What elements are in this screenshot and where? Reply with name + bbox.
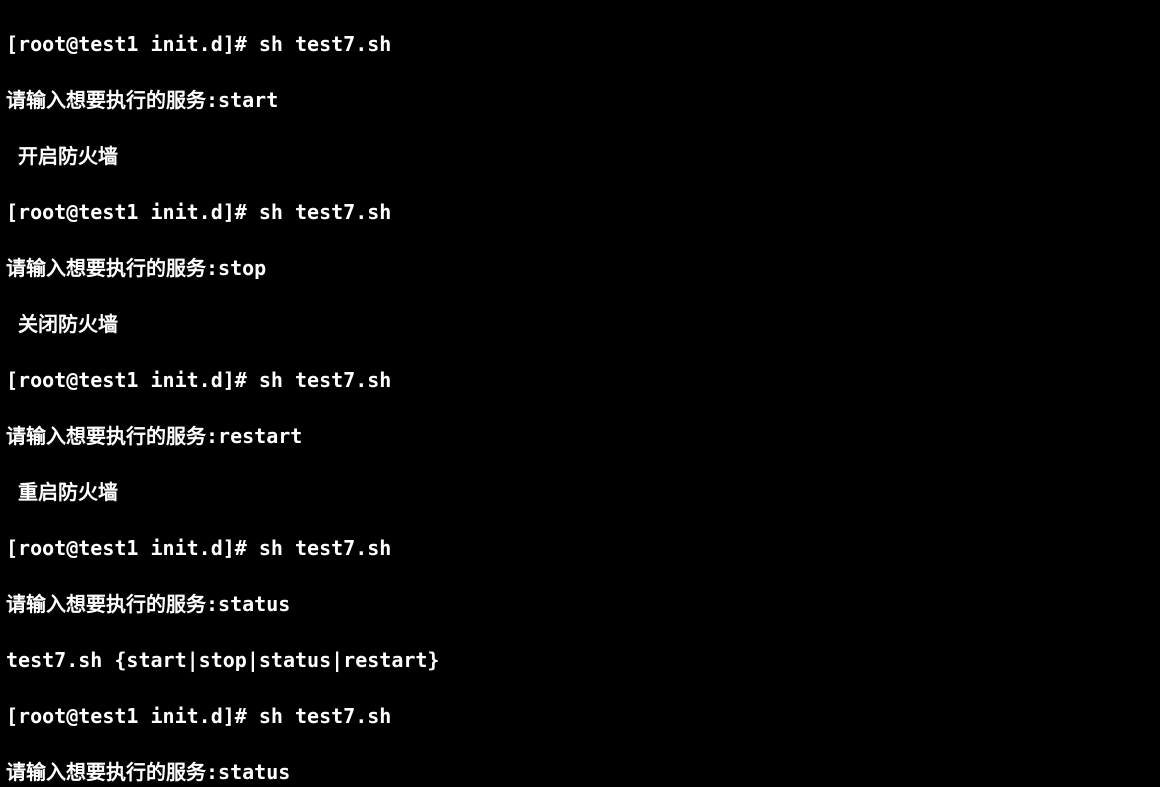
input-line-restart: 请输入想要执行的服务:restart	[6, 422, 1154, 450]
input-prompt: 请输入想要执行的服务:	[6, 256, 218, 280]
input-prompt: 请输入想要执行的服务:	[6, 760, 218, 784]
input-value: start	[218, 88, 278, 112]
shell-prompt: [root@test1 init.d]#	[6, 32, 259, 56]
input-line-status1: 请输入想要执行的服务:status	[6, 590, 1154, 618]
input-line-status2: 请输入想要执行的服务:status	[6, 758, 1154, 786]
input-prompt: 请输入想要执行的服务:	[6, 88, 218, 112]
cmd-line-1: [root@test1 init.d]# sh test7.sh	[6, 30, 1154, 58]
input-line-start: 请输入想要执行的服务:start	[6, 86, 1154, 114]
command-text: sh test7.sh	[259, 368, 391, 392]
input-value: status	[218, 592, 290, 616]
input-value: stop	[218, 256, 266, 280]
output-status1: test7.sh {start|stop|status|restart}	[6, 646, 1154, 674]
output-stop: 关闭防火墙	[6, 310, 1154, 338]
terminal-upper[interactable]: [root@test1 init.d]# sh test7.sh 请输入想要执行…	[0, 0, 1160, 787]
cmd-line-3: [root@test1 init.d]# sh test7.sh	[6, 366, 1154, 394]
command-text: sh test7.sh	[259, 704, 391, 728]
cmd-line-2: [root@test1 init.d]# sh test7.sh	[6, 198, 1154, 226]
input-line-stop: 请输入想要执行的服务:stop	[6, 254, 1154, 282]
cmd-line-5: [root@test1 init.d]# sh test7.sh	[6, 702, 1154, 730]
shell-prompt: [root@test1 init.d]#	[6, 200, 259, 224]
input-prompt: 请输入想要执行的服务:	[6, 424, 218, 448]
shell-prompt: [root@test1 init.d]#	[6, 704, 259, 728]
input-value: restart	[218, 424, 302, 448]
input-value: status	[218, 760, 290, 784]
output-start: 开启防火墙	[6, 142, 1154, 170]
command-text: sh test7.sh	[259, 200, 391, 224]
shell-prompt: [root@test1 init.d]#	[6, 536, 259, 560]
input-prompt: 请输入想要执行的服务:	[6, 592, 218, 616]
command-text: sh test7.sh	[259, 536, 391, 560]
output-restart: 重启防火墙	[6, 478, 1154, 506]
cmd-line-4: [root@test1 init.d]# sh test7.sh	[6, 534, 1154, 562]
command-text: sh test7.sh	[259, 32, 391, 56]
shell-prompt: [root@test1 init.d]#	[6, 368, 259, 392]
